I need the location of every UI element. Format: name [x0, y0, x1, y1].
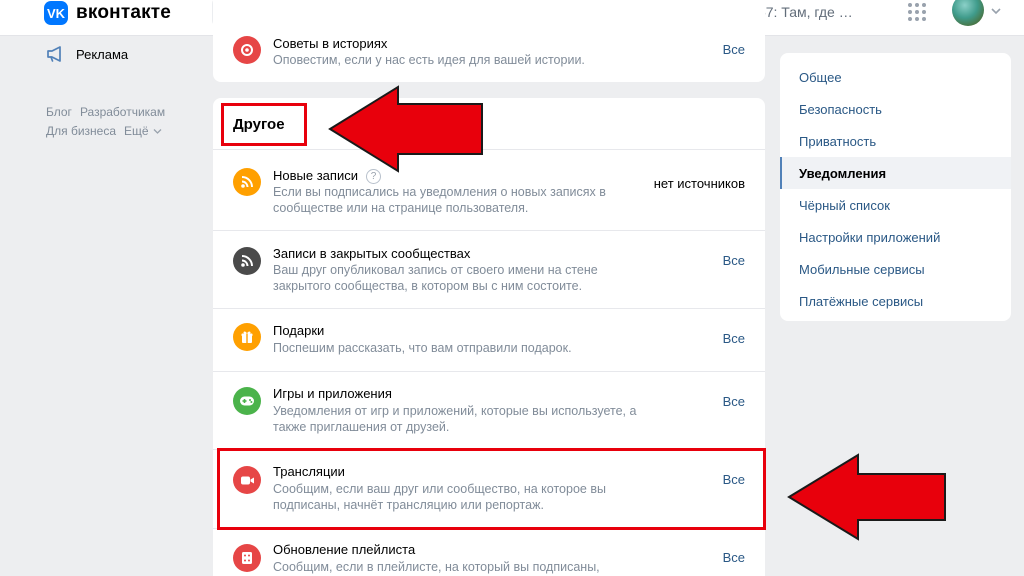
notifications-panel-top: Советы в историях Оповестим, если у нас …	[213, 0, 765, 82]
settings-menu: Общее Безопасность Приватность Уведомлен…	[780, 53, 1011, 321]
row-description: Сообщим, если в плейлисте, на который вы…	[273, 560, 600, 574]
story-tips-icon	[233, 36, 261, 64]
rss-icon	[233, 168, 261, 196]
row-title: Советы в историях	[273, 36, 388, 51]
settings-menu-item-privacy[interactable]: Приватность	[780, 125, 1011, 157]
logo-text: вконтакте	[76, 2, 172, 23]
settings-menu-item-blacklist[interactable]: Чёрный список	[780, 189, 1011, 221]
vk-logo[interactable]: VK вконтакте	[44, 0, 171, 26]
megaphone-icon	[47, 46, 61, 62]
row-title: Записи в закрытых сообществах	[273, 246, 471, 261]
settings-menu-item-security[interactable]: Безопасность	[780, 93, 1011, 125]
settings-menu-item-payment-services[interactable]: Платёжные сервисы	[780, 285, 1011, 317]
footer-link-more[interactable]: Ещё	[124, 124, 149, 138]
list-item-closed-communities[interactable]: Записи в закрытых сообществах Ваш друг о…	[213, 231, 765, 309]
list-item-playlist-update[interactable]: Обновление плейлиста Сообщим, если в пле…	[213, 529, 765, 576]
settings-menu-item-app-settings[interactable]: Настройки приложений	[780, 221, 1011, 253]
row-setting-value[interactable]: нет источников	[654, 176, 745, 191]
red-arrow-left-icon	[787, 453, 946, 541]
sidebar-item-ads[interactable]: Реклама	[46, 44, 196, 64]
row-title: Подарки	[273, 323, 325, 338]
vk-logo-icon: VK	[44, 1, 68, 25]
playlist-icon	[233, 544, 261, 572]
footer-link-business[interactable]: Для бизнеса	[46, 124, 116, 138]
gamepad-icon	[233, 387, 261, 415]
gift-icon	[233, 323, 261, 351]
sidebar-item-label: Реклама	[76, 46, 129, 62]
row-setting-value[interactable]: Все	[723, 394, 745, 409]
row-setting-value[interactable]: Все	[723, 253, 745, 268]
highlight-box-section-title	[221, 103, 307, 146]
settings-menu-item-notifications[interactable]: Уведомления	[780, 157, 1011, 189]
row-description: Если вы подписались на уведомления о нов…	[273, 185, 606, 215]
footer-link-developers[interactable]: Разработчикам	[80, 105, 165, 119]
row-description: Уведомления от игр и приложений, которые…	[273, 404, 637, 434]
list-item-gifts[interactable]: Подарки Поспешим рассказать, что вам отп…	[213, 309, 765, 372]
settings-menu-item-mobile-services[interactable]: Мобильные сервисы	[780, 253, 1011, 285]
settings-menu-item-general[interactable]: Общее	[780, 61, 1011, 93]
row-setting-value[interactable]: Все	[723, 331, 745, 346]
row-title: Обновление плейлиста	[273, 542, 416, 557]
row-setting-value[interactable]: Все	[723, 42, 745, 57]
row-setting-value[interactable]: Все	[723, 550, 745, 565]
list-item[interactable]: Советы в историях Оповестим, если у нас …	[213, 0, 765, 82]
row-description: Оповестим, если у нас есть идея для ваше…	[273, 53, 585, 67]
row-description: Поспешим рассказать, что вам отправили п…	[273, 341, 572, 355]
list-item-new-posts[interactable]: Новые записи? Если вы подписались на уве…	[213, 151, 765, 231]
chevron-down-icon[interactable]	[990, 6, 1002, 16]
red-arrow-left-icon	[328, 85, 483, 173]
rss-icon	[233, 247, 261, 275]
list-item-games-apps[interactable]: Игры и приложения Уведомления от игр и п…	[213, 372, 765, 450]
chevron-down-icon	[153, 129, 162, 134]
avatar[interactable]	[952, 0, 984, 26]
footer-link-blog[interactable]: Блог	[46, 105, 72, 119]
highlight-box-broadcasts-row	[217, 448, 766, 530]
apps-grid-icon[interactable]	[907, 2, 927, 22]
row-title: Игры и приложения	[273, 386, 392, 401]
row-description: Ваш друг опубликовал запись от своего им…	[273, 263, 598, 293]
left-sidebar: Реклама	[46, 44, 196, 64]
footer-links: Блог Разработчикам Для бизнеса Ещё	[46, 103, 196, 141]
